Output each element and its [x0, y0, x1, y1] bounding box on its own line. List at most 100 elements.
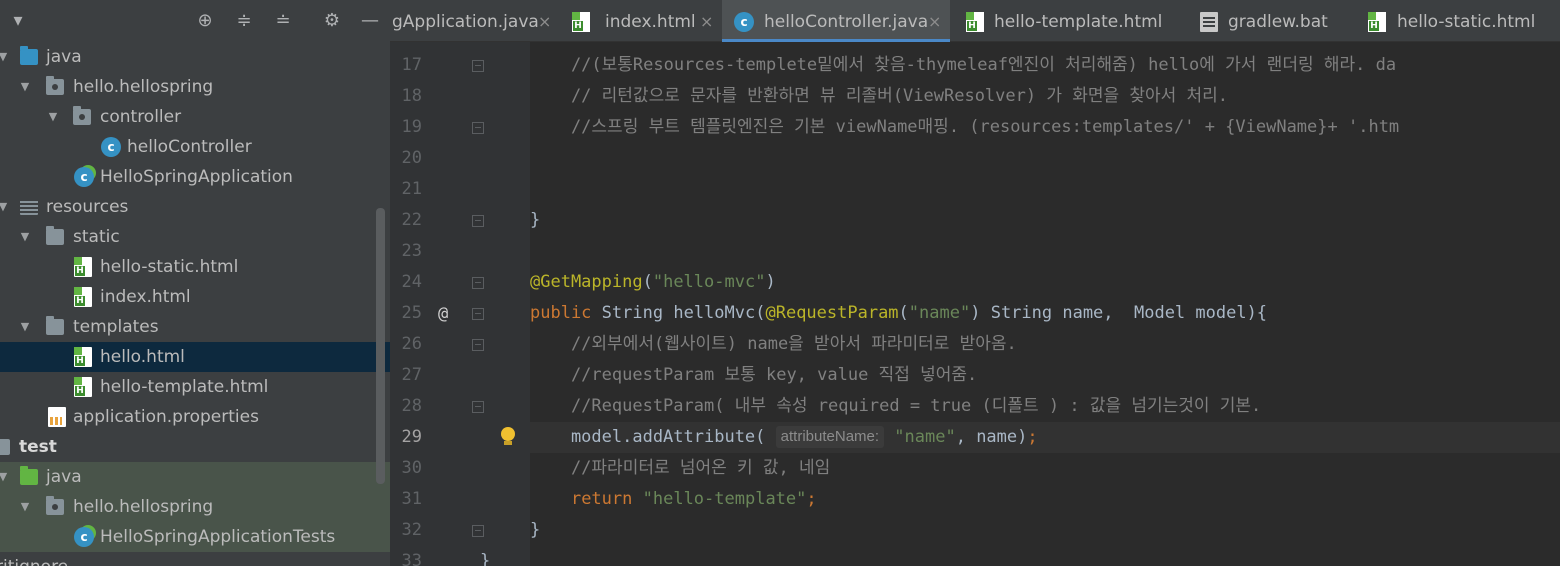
code-text: , name) [955, 427, 1028, 447]
html-file-icon [966, 12, 984, 32]
fold-marker-icon[interactable] [472, 339, 484, 351]
tree-item-label: ritignore [0, 552, 68, 566]
tree-item-java[interactable]: ▼ java [0, 42, 390, 72]
tree-item-hello-template-html[interactable]: hello-template.html [0, 372, 390, 402]
parameter-hint: attributeName: [775, 426, 885, 448]
fold-marker-icon[interactable] [472, 525, 484, 537]
lightbulb-icon[interactable] [500, 427, 516, 447]
html-file-icon [74, 377, 92, 397]
folder-green-icon [20, 466, 38, 485]
tab-index-html[interactable]: index.html × [562, 0, 722, 42]
tree-item-index-html[interactable]: index.html [0, 282, 390, 312]
fold-marker-icon[interactable] [472, 401, 484, 413]
fold-marker-icon[interactable] [472, 308, 484, 320]
package-icon [46, 76, 64, 95]
code-line: //requestParam 보통 key, value 직접 넣어줌. [530, 365, 978, 385]
line-number: 30 [401, 458, 422, 478]
chevron-down-icon[interactable]: ▾ [6, 9, 30, 33]
line-number: 22 [401, 210, 422, 230]
chevron-down-icon[interactable]: ▼ [0, 462, 10, 492]
chevron-down-icon[interactable]: ▼ [0, 192, 10, 222]
chevron-down-icon[interactable]: ▼ [18, 72, 32, 102]
tab-label: gApplication.java [392, 12, 539, 32]
html-file-icon [74, 347, 92, 367]
package-icon [73, 106, 91, 125]
code-line: return "hello-template"; [530, 484, 1560, 515]
tree-item-gitignore[interactable]: ritignore [0, 552, 390, 566]
line-number: 31 [401, 489, 422, 509]
tree-item-test[interactable]: test [0, 432, 390, 462]
spring-class-icon: c [74, 167, 94, 187]
class-icon: c [101, 137, 121, 157]
semicolon-token: ; [1027, 427, 1038, 447]
chevron-down-icon[interactable]: ▼ [18, 222, 32, 252]
expand-all-icon[interactable]: ≑ [232, 9, 256, 33]
code-line: } [530, 210, 541, 230]
line-number: 20 [401, 148, 422, 168]
tree-item-resources[interactable]: ▼ resources [0, 192, 390, 222]
tree-item-application-properties[interactable]: application.properties [0, 402, 390, 432]
project-toolbar: ▾ ⊕ ≑ ≐ ⚙ — [0, 0, 390, 42]
tree-item-static[interactable]: ▼ static [0, 222, 390, 252]
fold-marker-icon[interactable] [472, 60, 484, 72]
tree-item-label: application.properties [73, 407, 259, 427]
chevron-down-icon[interactable]: ▼ [46, 102, 60, 132]
tab-application-java[interactable]: gApplication.java × [392, 0, 552, 42]
line-number: 21 [401, 179, 422, 199]
tree-item-hello-static-html[interactable]: hello-static.html [0, 252, 390, 282]
crosshair-icon[interactable]: ⊕ [193, 9, 217, 33]
tree-item-label: controller [100, 107, 182, 127]
tree-item-test-java[interactable]: ▼ java [0, 462, 390, 492]
html-file-icon [572, 12, 590, 32]
line-number: 26 [401, 334, 422, 354]
chevron-down-icon[interactable]: ▼ [18, 492, 32, 522]
tab-gradlew-bat[interactable]: gradlew.bat [1190, 0, 1350, 42]
line-number: 17 [401, 55, 422, 75]
bat-file-icon [1200, 12, 1218, 32]
line-number: 25 [401, 303, 422, 323]
override-marker-icon[interactable]: @ [438, 304, 448, 324]
code-line-current: model.addAttribute( attributeName: "name… [530, 422, 1560, 453]
tree-item-hellospringapplication[interactable]: c HelloSpringApplication [0, 162, 390, 192]
tree-item-package[interactable]: ▼ hello.hellospring [0, 72, 390, 102]
code-line: //파라미터로 넘어온 키 값, 네임 [530, 458, 831, 478]
chevron-down-icon[interactable]: ▼ [0, 42, 10, 72]
string-token: "hello-template" [642, 489, 807, 509]
close-icon[interactable]: × [928, 0, 941, 44]
tree-item-controller[interactable]: ▼ controller [0, 102, 390, 132]
project-tree: ▼ java ▼ hello.hellospring ▼ controller … [0, 42, 390, 566]
tab-hello-template-html[interactable]: hello-template.html [958, 0, 1162, 42]
collapse-all-icon[interactable]: ≐ [271, 9, 295, 33]
tree-item-hellospringapplicationtests[interactable]: c HelloSpringApplicationTests [0, 522, 390, 552]
code-area[interactable]: //(보통Resources-templete밑에서 찾음-thymeleaf엔… [480, 42, 1560, 566]
gear-icon[interactable]: ⚙ [320, 9, 344, 33]
tree-item-label: helloController [127, 137, 252, 157]
annotation-token: @RequestParam [765, 303, 899, 323]
tab-hello-static-html[interactable]: hello-static.html [1358, 0, 1558, 42]
folder-icon [0, 439, 10, 455]
tree-item-label: java [46, 467, 82, 487]
project-scrollbar[interactable] [376, 208, 385, 484]
spring-class-icon: c [74, 527, 94, 547]
html-file-icon [74, 287, 92, 307]
tree-item-hellocontroller[interactable]: c helloController [0, 132, 390, 162]
code-line: //외부에서(웹사이트) name을 받아서 파라미터로 받아옴. [530, 334, 1017, 354]
close-icon[interactable]: × [700, 0, 713, 44]
tree-item-test-package[interactable]: ▼ hello.hellospring [0, 492, 390, 522]
line-number: 33 [401, 551, 422, 566]
chevron-down-icon[interactable]: ▼ [18, 312, 32, 342]
close-icon[interactable]: × [538, 0, 551, 44]
fold-marker-icon[interactable] [472, 215, 484, 227]
tab-hellocontroller-java[interactable]: c helloController.java × [722, 0, 950, 42]
code-line: public String helloMvc(@RequestParam("na… [530, 303, 1268, 323]
fold-marker-icon[interactable] [472, 277, 484, 289]
fold-marker-icon[interactable] [472, 122, 484, 134]
tree-item-templates[interactable]: ▼ templates [0, 312, 390, 342]
tree-item-hello-html[interactable]: hello.html [0, 342, 390, 372]
code-text: String name, Model model){ [980, 303, 1268, 323]
editor-gutter[interactable]: 17 18 19 20 21 22 23 24 25 26 27 28 29 3… [390, 42, 530, 566]
folder-blue-icon [20, 46, 38, 65]
minimize-icon[interactable]: — [358, 9, 382, 33]
